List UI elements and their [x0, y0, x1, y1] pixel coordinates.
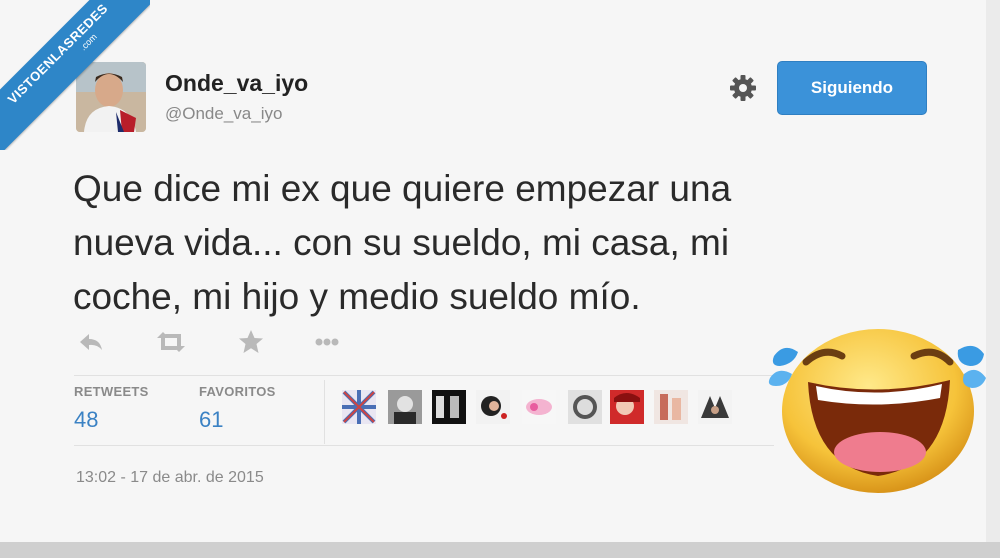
avatar[interactable]	[568, 390, 602, 424]
retweet-icon[interactable]	[154, 328, 185, 356]
reply-icon[interactable]	[76, 328, 106, 356]
tweet-text-line: Que dice mi ex que quiere empezar una	[73, 168, 732, 209]
retweets-stat[interactable]: RETWEETS 48	[74, 384, 149, 433]
tweet-actions	[76, 328, 376, 358]
favorites-count: 61	[199, 407, 224, 432]
favorite-icon[interactable]	[236, 328, 266, 356]
avatar[interactable]	[698, 390, 732, 424]
laughing-crying-emoji-icon	[768, 316, 988, 496]
watermark-ribbon: VISTOENLASREDES .com	[0, 0, 150, 150]
divider	[324, 380, 325, 444]
bottom-border	[0, 542, 1000, 558]
avatar[interactable]	[522, 390, 556, 424]
user-handle[interactable]: @Onde_va_iyo	[165, 104, 282, 124]
avatar[interactable]	[388, 390, 422, 424]
display-name[interactable]: Onde_va_iyo	[165, 70, 308, 97]
favorites-stat[interactable]: FAVORITOS 61	[199, 384, 276, 433]
avatar[interactable]	[654, 390, 688, 424]
tweet-timestamp[interactable]: 13:02 - 17 de abr. de 2015	[76, 469, 264, 487]
right-border	[986, 0, 1000, 558]
retweets-count: 48	[74, 407, 99, 432]
divider	[74, 445, 774, 446]
more-icon[interactable]	[312, 328, 342, 356]
tweet-text-line: nueva vida... con su sueldo, mi casa, mi	[73, 222, 730, 263]
tweet-text: Que dice mi ex que quiere empezar una nu…	[73, 162, 793, 324]
avatar[interactable]	[476, 390, 510, 424]
avatar[interactable]	[342, 390, 376, 424]
gear-icon[interactable]	[727, 72, 759, 104]
watermark-text: VISTOENLASREDES	[4, 0, 111, 107]
divider	[74, 375, 774, 376]
favorites-label: FAVORITOS	[199, 384, 276, 399]
avatar[interactable]	[432, 390, 466, 424]
retweets-label: RETWEETS	[74, 384, 149, 399]
watermark-banner: VISTOENLASREDES .com	[0, 0, 150, 150]
avatar[interactable]	[610, 390, 644, 424]
tweet-text-line: coche, mi hijo y medio sueldo mío.	[73, 276, 641, 317]
following-button[interactable]: Siguiendo	[777, 61, 927, 115]
